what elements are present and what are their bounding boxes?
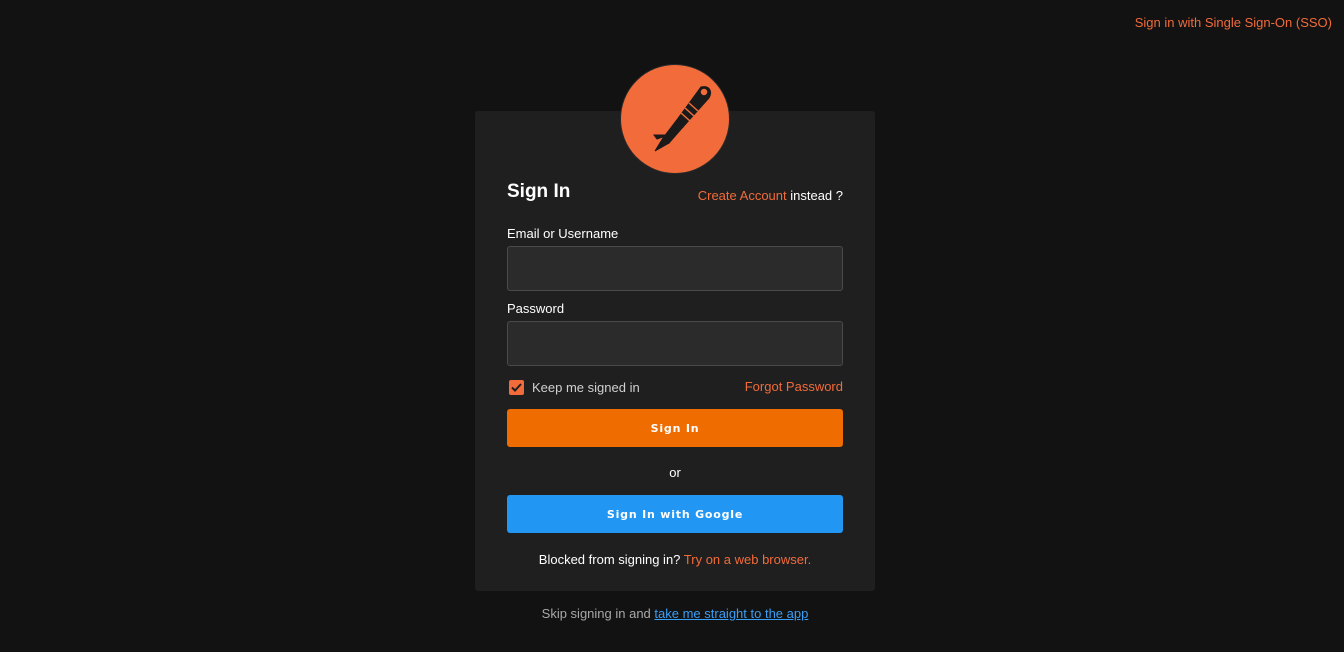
password-field[interactable] [507, 321, 843, 366]
password-label: Password [507, 301, 565, 316]
skip-sign-in-row: Skip signing in and take me straight to … [475, 606, 875, 621]
skip-text: Skip signing in and [541, 606, 655, 621]
forgot-password-link[interactable]: Forgot Password [745, 379, 843, 394]
google-sign-in-button[interactable]: Sign In with Google [507, 495, 843, 533]
blocked-text: Blocked from signing in? [538, 552, 684, 567]
skip-to-app-link[interactable]: take me straight to the app [654, 606, 808, 621]
try-web-browser-link[interactable]: Try on a web browser. [684, 552, 811, 567]
create-account-link[interactable]: Create Account [698, 188, 787, 203]
postman-logo-icon [620, 64, 730, 174]
create-account-suffix: instead ? [786, 188, 843, 203]
email-label: Email or Username [507, 226, 619, 241]
email-field[interactable] [507, 246, 843, 291]
keep-signed-in-checkbox[interactable]: Keep me signed in [509, 379, 640, 395]
astronaut-icon [653, 86, 712, 152]
sign-in-button[interactable]: Sign In [507, 409, 843, 447]
create-account-row: Create Account instead ? [698, 188, 843, 203]
keep-signed-in-label: Keep me signed in [532, 379, 640, 395]
sso-sign-in-link[interactable]: Sign in with Single Sign-On (SSO) [1135, 15, 1332, 30]
checkmark-icon [511, 382, 522, 392]
page-title: Sign In [507, 181, 571, 202]
checkbox-checked-icon[interactable] [509, 379, 524, 395]
sign-in-page: Sign in with Single Sign-On (SSO) Sign I… [0, 0, 1344, 652]
or-separator: or [669, 465, 681, 480]
blocked-message: Blocked from signing in? Try on a web br… [475, 552, 875, 567]
